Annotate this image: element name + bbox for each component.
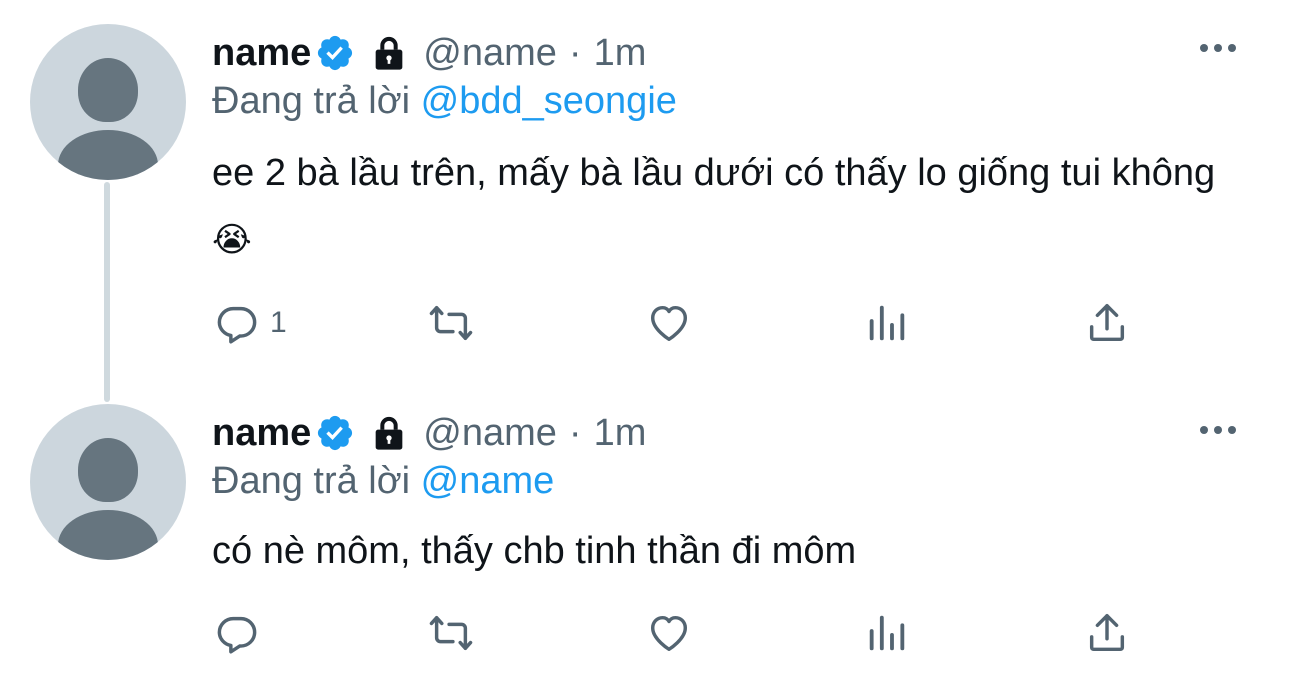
separator: ·: [568, 31, 582, 74]
like-button[interactable]: [646, 300, 692, 346]
share-button[interactable]: [1084, 300, 1130, 346]
share-icon: [1089, 304, 1125, 342]
share-button[interactable]: [1084, 610, 1130, 656]
display-name[interactable]: name: [212, 32, 311, 75]
tweet-text: ee 2 bà lầu trên, mấy bà lầu dưới có thấ…: [212, 140, 1252, 273]
verified-icon: [318, 415, 353, 451]
handle[interactable]: @name: [423, 412, 557, 455]
tweet-body: có nè môm, thấy chb tinh thần đi môm: [212, 530, 857, 572]
share-icon: [1089, 614, 1125, 652]
analytics-button[interactable]: [864, 300, 910, 346]
reply-context: Đang trả lời @bdd_seongie: [212, 80, 677, 123]
analytics-button[interactable]: [864, 610, 910, 656]
reply-mention-link[interactable]: @bdd_seongie: [421, 80, 677, 122]
timestamp[interactable]: 1m: [594, 32, 647, 75]
avatar[interactable]: [30, 24, 186, 180]
timestamp[interactable]: 1m: [594, 412, 647, 455]
tweet-header: name @name · 1m: [212, 408, 646, 458]
reply-icon: [217, 306, 257, 344]
retweet-button[interactable]: [428, 300, 474, 346]
reply-button[interactable]: 1: [214, 300, 287, 346]
tweet-body: ee 2 bà lầu trên, mấy bà lầu dưới có thấ…: [212, 152, 1216, 194]
reply-button[interactable]: [214, 610, 260, 656]
reply-icon: [217, 616, 257, 654]
avatar-shoulders: [58, 510, 158, 560]
retweet-icon: [429, 305, 473, 341]
lock-icon: [375, 416, 403, 450]
reply-prefix: Đang trả lời: [212, 460, 411, 502]
avatar-head: [78, 58, 138, 122]
action-bar: [212, 610, 1132, 670]
retweet-icon: [429, 615, 473, 651]
verified-icon: [318, 35, 353, 71]
reply-count: 1: [270, 306, 287, 339]
separator: ·: [568, 411, 582, 454]
lock-icon: [375, 36, 403, 70]
avatar-shoulders: [58, 130, 158, 180]
retweet-button[interactable]: [428, 610, 474, 656]
avatar[interactable]: [30, 404, 186, 560]
handle[interactable]: @name: [423, 32, 557, 75]
like-icon: [650, 615, 688, 652]
tweet[interactable]: name @name · 1m Đang trả lời @bdd_seongi…: [0, 0, 1290, 380]
like-button[interactable]: [646, 610, 692, 656]
more-icon[interactable]: [1196, 418, 1240, 442]
reply-context: Đang trả lời @name: [212, 460, 554, 503]
reply-mention-link[interactable]: @name: [421, 460, 555, 502]
analytics-icon: [869, 305, 905, 341]
analytics-icon: [869, 615, 905, 651]
avatar-head: [78, 438, 138, 502]
tweet-text: có nè môm, thấy chb tinh thần đi môm: [212, 518, 1252, 584]
like-icon: [650, 305, 688, 342]
display-name[interactable]: name: [212, 412, 311, 455]
more-icon[interactable]: [1196, 36, 1240, 60]
action-bar: 1: [212, 300, 1132, 360]
emoji: 😭: [212, 220, 252, 260]
tweet-header: name @name · 1m: [212, 28, 646, 78]
tweet[interactable]: name @name · 1m Đang trả lời @name có nè…: [0, 380, 1290, 683]
reply-prefix: Đang trả lời: [212, 80, 411, 122]
